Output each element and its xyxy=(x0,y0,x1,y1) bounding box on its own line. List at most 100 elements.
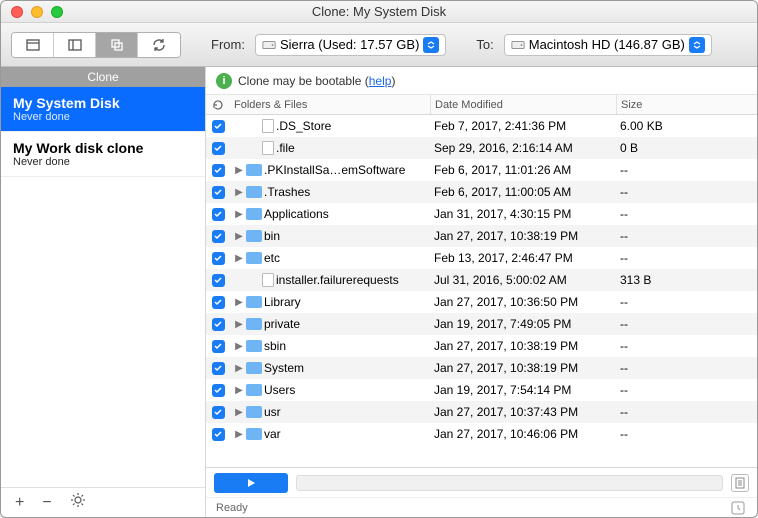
folder-icon xyxy=(246,362,262,374)
file-name: bin xyxy=(264,229,280,243)
play-icon xyxy=(245,477,257,489)
row-checkbox[interactable] xyxy=(212,164,225,177)
row-checkbox[interactable] xyxy=(212,428,225,441)
disclosure-triangle-icon[interactable]: ▶ xyxy=(234,297,244,308)
file-size: 6.00 KB xyxy=(616,119,757,133)
source-value: Sierra (Used: 17.57 GB) xyxy=(280,37,419,52)
dest-value: Macintosh HD (146.87 GB) xyxy=(529,37,685,52)
row-checkbox[interactable] xyxy=(212,230,225,243)
view-segment xyxy=(11,32,181,58)
from-label: From: xyxy=(211,37,245,52)
table-row[interactable]: ▶sbinJan 27, 2017, 10:38:19 PM-- xyxy=(206,335,757,357)
col-size[interactable]: Size xyxy=(616,95,757,114)
table-row[interactable]: ▶UsersJan 19, 2017, 7:54:14 PM-- xyxy=(206,379,757,401)
table-row[interactable]: ▶privateJan 19, 2017, 7:49:05 PM-- xyxy=(206,313,757,335)
disclosure-triangle-icon[interactable]: ▶ xyxy=(234,319,244,330)
file-date: Jan 27, 2017, 10:38:19 PM xyxy=(430,361,616,375)
sidebar-task[interactable]: My System DiskNever done xyxy=(1,87,205,132)
file-size: -- xyxy=(616,163,757,177)
col-name[interactable]: Folders & Files xyxy=(230,95,430,114)
file-name: sbin xyxy=(264,339,286,353)
add-task-button[interactable]: + xyxy=(15,494,24,512)
view-sidebar-button[interactable] xyxy=(54,33,96,57)
sidebar-task[interactable]: My Work disk cloneNever done xyxy=(1,132,205,177)
disclosure-triangle-icon[interactable]: ▶ xyxy=(234,407,244,418)
folder-icon xyxy=(246,252,262,264)
file-icon xyxy=(262,141,274,155)
file-name: .file xyxy=(276,141,295,155)
row-checkbox[interactable] xyxy=(212,318,225,331)
help-link[interactable]: help xyxy=(369,74,392,88)
file-name: System xyxy=(264,361,304,375)
disclosure-triangle-icon[interactable]: ▶ xyxy=(234,187,244,198)
table-row[interactable]: ▶.TrashesFeb 6, 2017, 11:00:05 AM-- xyxy=(206,181,757,203)
settings-button[interactable] xyxy=(70,492,86,513)
row-checkbox[interactable] xyxy=(212,362,225,375)
view-clone-button[interactable] xyxy=(96,33,138,57)
table-row[interactable]: ▶ApplicationsJan 31, 2017, 4:30:15 PM-- xyxy=(206,203,757,225)
file-name: etc xyxy=(264,251,280,265)
dest-dropdown[interactable]: Macintosh HD (146.87 GB) xyxy=(504,34,712,56)
row-checkbox[interactable] xyxy=(212,340,225,353)
disclosure-triangle-icon[interactable]: ▶ xyxy=(234,209,244,220)
table-row[interactable]: .DS_StoreFeb 7, 2017, 2:41:36 PM6.00 KB xyxy=(206,115,757,137)
folder-icon xyxy=(246,164,262,176)
file-name: installer.failurerequests xyxy=(276,273,399,287)
row-checkbox[interactable] xyxy=(212,142,225,155)
start-button[interactable] xyxy=(214,473,288,493)
row-checkbox[interactable] xyxy=(212,120,225,133)
disclosure-triangle-icon[interactable]: ▶ xyxy=(234,385,244,396)
file-icon xyxy=(262,119,274,133)
remove-task-button[interactable]: − xyxy=(42,494,51,512)
table-row[interactable]: ▶ System Jan 27, 2017, 10:38:19 PM-- xyxy=(206,357,757,379)
source-dropdown[interactable]: Sierra (Used: 17.57 GB) xyxy=(255,34,446,56)
table-row[interactable]: installer.failurerequestsJul 31, 2016, 5… xyxy=(206,269,757,291)
table-row[interactable]: ▶varJan 27, 2017, 10:46:06 PM-- xyxy=(206,423,757,445)
main-panel: i Clone may be bootable (help) Folders &… xyxy=(206,67,757,517)
table-row[interactable]: ▶.PKInstallSa…emSoftwareFeb 6, 2017, 11:… xyxy=(206,159,757,181)
file-size: 313 B xyxy=(616,273,757,287)
row-checkbox[interactable] xyxy=(212,274,225,287)
file-date: Jan 31, 2017, 4:30:15 PM xyxy=(430,207,616,221)
log-button[interactable] xyxy=(731,474,749,492)
file-date: Jan 27, 2017, 10:38:19 PM xyxy=(430,229,616,243)
schedule-button[interactable] xyxy=(729,499,747,517)
table-row[interactable]: ▶etcFeb 13, 2017, 2:46:47 PM-- xyxy=(206,247,757,269)
view-sync-button[interactable] xyxy=(138,33,180,57)
row-checkbox[interactable] xyxy=(212,384,225,397)
file-date: Feb 6, 2017, 11:01:26 AM xyxy=(430,163,616,177)
row-checkbox[interactable] xyxy=(212,252,225,265)
file-size: -- xyxy=(616,207,757,221)
disclosure-triangle-icon[interactable]: ▶ xyxy=(234,429,244,440)
file-size: -- xyxy=(616,383,757,397)
folder-icon xyxy=(246,384,262,396)
table-row[interactable]: ▶usrJan 27, 2017, 10:37:43 PM-- xyxy=(206,401,757,423)
info-bar: i Clone may be bootable (help) xyxy=(206,67,757,95)
file-size: -- xyxy=(616,427,757,441)
task-name: My System Disk xyxy=(13,95,193,111)
task-status: Never done xyxy=(13,111,193,123)
sidebar-header: Clone xyxy=(1,67,205,87)
disclosure-triangle-icon[interactable]: ▶ xyxy=(234,165,244,176)
disclosure-triangle-icon[interactable]: ▶ xyxy=(234,341,244,352)
file-size: -- xyxy=(616,339,757,353)
file-name: var xyxy=(264,427,281,441)
status-line: Ready xyxy=(206,497,757,517)
row-checkbox[interactable] xyxy=(212,406,225,419)
row-checkbox[interactable] xyxy=(212,296,225,309)
hd-icon xyxy=(511,38,525,52)
titlebar: Clone: My System Disk xyxy=(1,1,757,23)
col-date[interactable]: Date Modified xyxy=(430,95,616,114)
table-row[interactable]: ▶binJan 27, 2017, 10:38:19 PM-- xyxy=(206,225,757,247)
disclosure-triangle-icon[interactable]: ▶ xyxy=(234,231,244,242)
row-checkbox[interactable] xyxy=(212,208,225,221)
table-row[interactable]: .fileSep 29, 2016, 2:16:14 AM0 B xyxy=(206,137,757,159)
file-date: Jan 27, 2017, 10:37:43 PM xyxy=(430,405,616,419)
view-archive-button[interactable] xyxy=(12,33,54,57)
refresh-column-icon[interactable] xyxy=(206,95,230,114)
disclosure-triangle-icon[interactable]: ▶ xyxy=(234,253,244,264)
disclosure-triangle-icon[interactable]: ▶ xyxy=(234,363,244,374)
table-row[interactable]: ▶LibraryJan 27, 2017, 10:36:50 PM-- xyxy=(206,291,757,313)
file-size: -- xyxy=(616,361,757,375)
row-checkbox[interactable] xyxy=(212,186,225,199)
